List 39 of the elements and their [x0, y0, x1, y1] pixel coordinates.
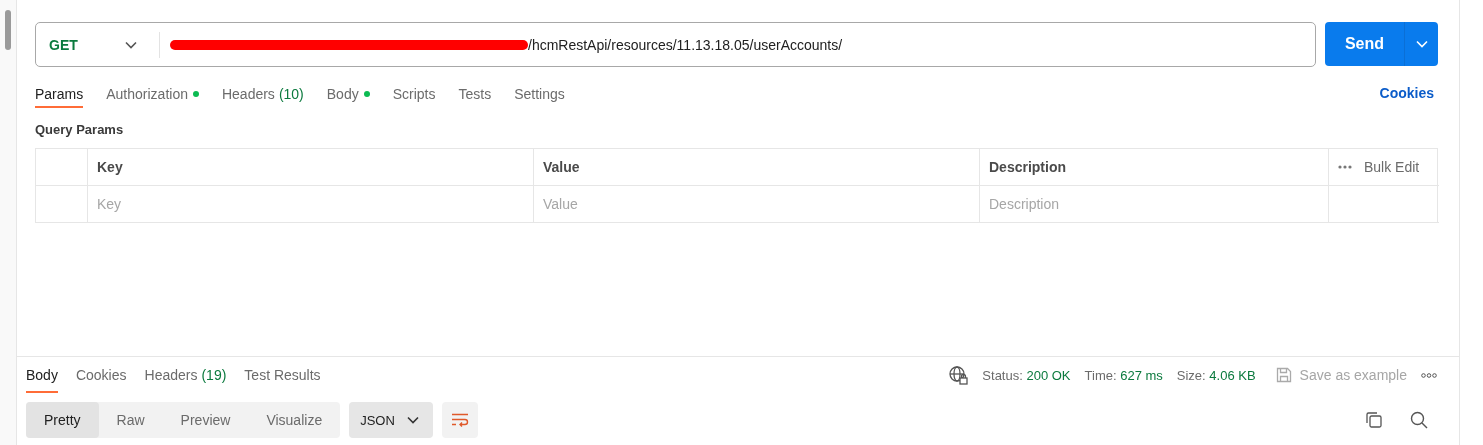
tab[interactable]: Authorization — [106, 79, 199, 108]
tab[interactable]: Headers (19) — [144, 357, 227, 393]
more-icon[interactable] — [1338, 165, 1352, 169]
response-stat: Status: 200 OK — [982, 367, 1071, 383]
tab[interactable]: Headers (10) — [221, 79, 304, 108]
tab[interactable]: Cookies — [75, 357, 127, 393]
more-icon[interactable] — [1421, 372, 1437, 378]
tab[interactable]: Scripts — [392, 79, 436, 108]
tab[interactable]: Test Results — [244, 357, 321, 393]
chevron-down-icon — [406, 416, 419, 424]
format-dropdown[interactable]: JSON — [349, 402, 433, 438]
cookies-link[interactable]: Cookies — [1379, 84, 1434, 101]
column-header: Description — [979, 149, 1328, 186]
section-title: Query Params — [35, 122, 125, 139]
chevron-down-icon — [1415, 40, 1428, 48]
tab[interactable]: Body — [326, 79, 370, 108]
method-dropdown[interactable]: GET — [36, 31, 160, 58]
view-mode-option[interactable]: Pretty — [26, 402, 99, 438]
column-header: Key — [87, 149, 533, 186]
tab[interactable]: Params — [35, 79, 84, 108]
view-mode-option[interactable]: Raw — [98, 402, 163, 438]
save-icon — [1275, 367, 1292, 383]
bulk-edit-button[interactable]: Bulk Edit — [1364, 159, 1420, 175]
view-mode-option[interactable]: Preview — [162, 402, 249, 438]
search-icon[interactable] — [1410, 411, 1428, 429]
url-field[interactable]: /hcmRestApi/resources/11.13.18.05/userAccounts/ — [528, 36, 843, 53]
column-header: Value — [533, 149, 979, 186]
wrap-lines-button[interactable] — [441, 402, 478, 438]
tab[interactable]: Body — [26, 357, 58, 393]
response-stat: Size: 4.06 KB — [1176, 367, 1256, 383]
copy-icon[interactable] — [1365, 411, 1383, 429]
chevron-down-icon — [125, 40, 137, 49]
wrap-lines-icon — [450, 413, 469, 427]
response-stat: Time: 627 ms — [1084, 367, 1163, 383]
globe-lock-icon[interactable] — [949, 365, 969, 385]
tab[interactable]: Tests — [458, 79, 492, 108]
view-mode-option[interactable]: Visualize — [248, 402, 341, 438]
scrollbar-thumb[interactable] — [5, 10, 11, 50]
tab[interactable]: Settings — [514, 79, 565, 108]
